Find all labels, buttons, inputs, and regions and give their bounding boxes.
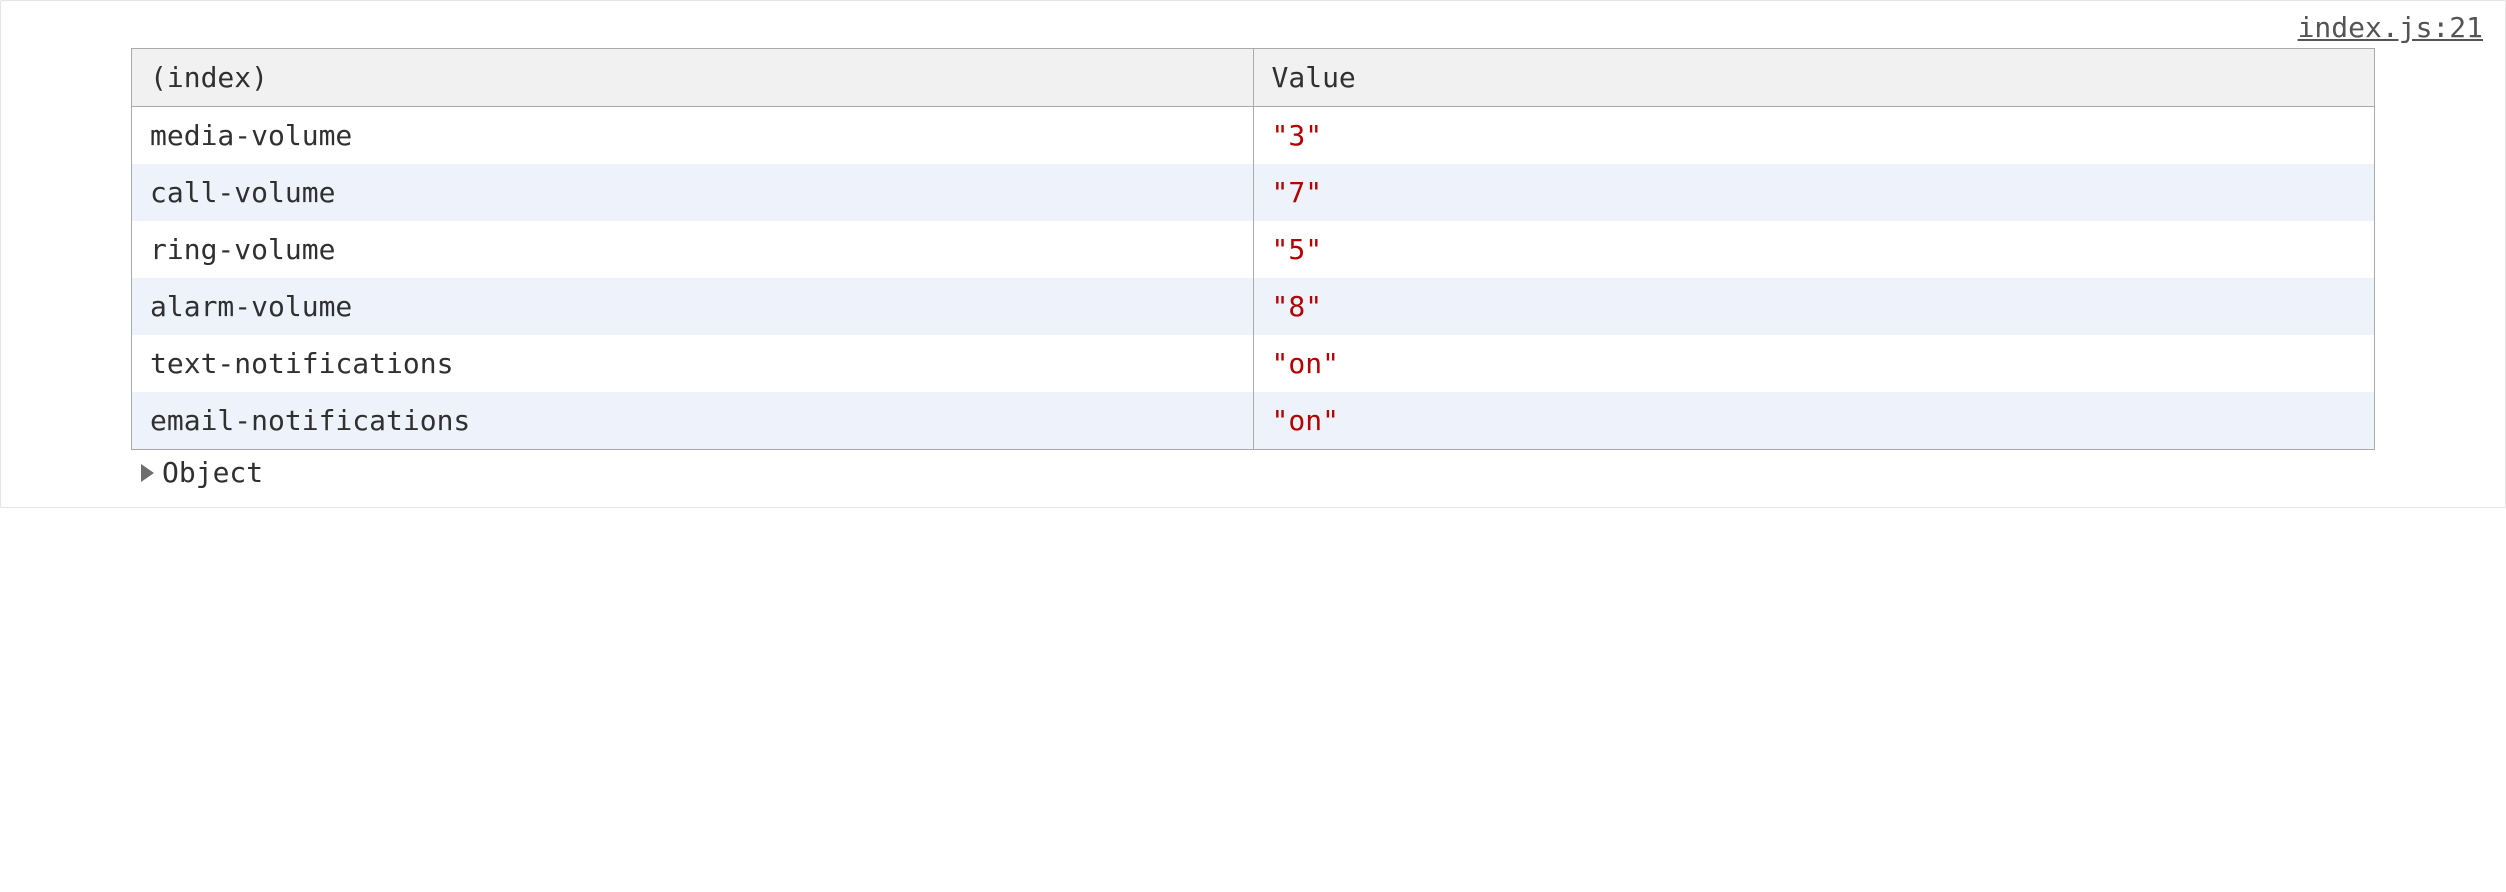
cell-value: "7" [1253, 164, 2375, 221]
object-expand-toggle[interactable]: Object [141, 456, 2505, 489]
cell-value: "on" [1253, 392, 2375, 450]
table-header-row: (index) Value [132, 49, 2375, 107]
column-header-value[interactable]: Value [1253, 49, 2375, 107]
object-label: Object [162, 456, 263, 489]
console-table: (index) Value media-volume"3"call-volume… [131, 48, 2375, 450]
cell-index: call-volume [132, 164, 1254, 221]
cell-value: "3" [1253, 107, 2375, 165]
table-row[interactable]: text-notifications"on" [132, 335, 2375, 392]
triangle-right-icon [141, 464, 154, 482]
cell-value: "8" [1253, 278, 2375, 335]
cell-value: "5" [1253, 221, 2375, 278]
column-header-index[interactable]: (index) [132, 49, 1254, 107]
table-row[interactable]: alarm-volume"8" [132, 278, 2375, 335]
cell-index: ring-volume [132, 221, 1254, 278]
cell-index: text-notifications [132, 335, 1254, 392]
cell-index: media-volume [132, 107, 1254, 165]
source-link[interactable]: index.js:21 [1, 11, 2505, 48]
table-row[interactable]: media-volume"3" [132, 107, 2375, 165]
console-message: index.js:21 (index) Value media-volume"3… [0, 0, 2506, 508]
cell-index: alarm-volume [132, 278, 1254, 335]
console-table-wrapper: (index) Value media-volume"3"call-volume… [131, 48, 2375, 450]
cell-value: "on" [1253, 335, 2375, 392]
table-row[interactable]: email-notifications"on" [132, 392, 2375, 450]
cell-index: email-notifications [132, 392, 1254, 450]
table-row[interactable]: ring-volume"5" [132, 221, 2375, 278]
table-row[interactable]: call-volume"7" [132, 164, 2375, 221]
